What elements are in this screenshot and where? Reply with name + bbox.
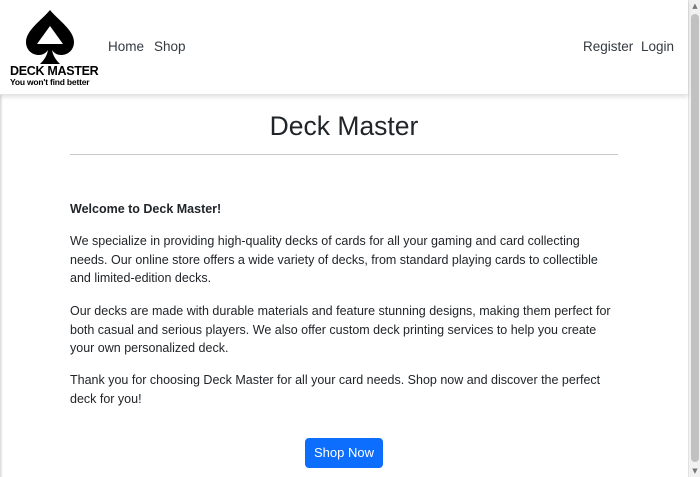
nav-login-link[interactable]: Login [641, 39, 674, 54]
scrollbar-thumb[interactable] [691, 14, 699, 462]
nav-shop-link[interactable]: Shop [154, 39, 186, 54]
nav-register-link[interactable]: Register [583, 39, 633, 54]
welcome-heading: Welcome to Deck Master! [70, 202, 222, 216]
brand-tagline: You won't find better [10, 77, 90, 87]
brand-name: DECK MASTER [10, 64, 99, 78]
navbar: DECK MASTER You won't find better Home S… [0, 0, 688, 95]
intro-paragraph: We specialize in providing high-quality … [70, 234, 598, 285]
triangle-down-icon[interactable]: ▼ [689, 465, 700, 477]
title-divider [70, 154, 618, 155]
page-scrollbar[interactable]: ▲ ▼ [688, 0, 700, 477]
window-edge [0, 95, 3, 477]
materials-paragraph: Our decks are made with durable material… [70, 304, 611, 355]
nav-home-link[interactable]: Home [108, 39, 144, 54]
spade-icon [26, 10, 74, 64]
triangle-up-icon[interactable]: ▲ [689, 0, 700, 12]
page-title: Deck Master [269, 111, 419, 141]
shop-now-button[interactable]: Shop Now [305, 438, 383, 468]
brand-logo-link[interactable]: DECK MASTER You won't find better [8, 8, 99, 87]
thanks-paragraph: Thank you for choosing Deck Master for a… [70, 373, 601, 406]
